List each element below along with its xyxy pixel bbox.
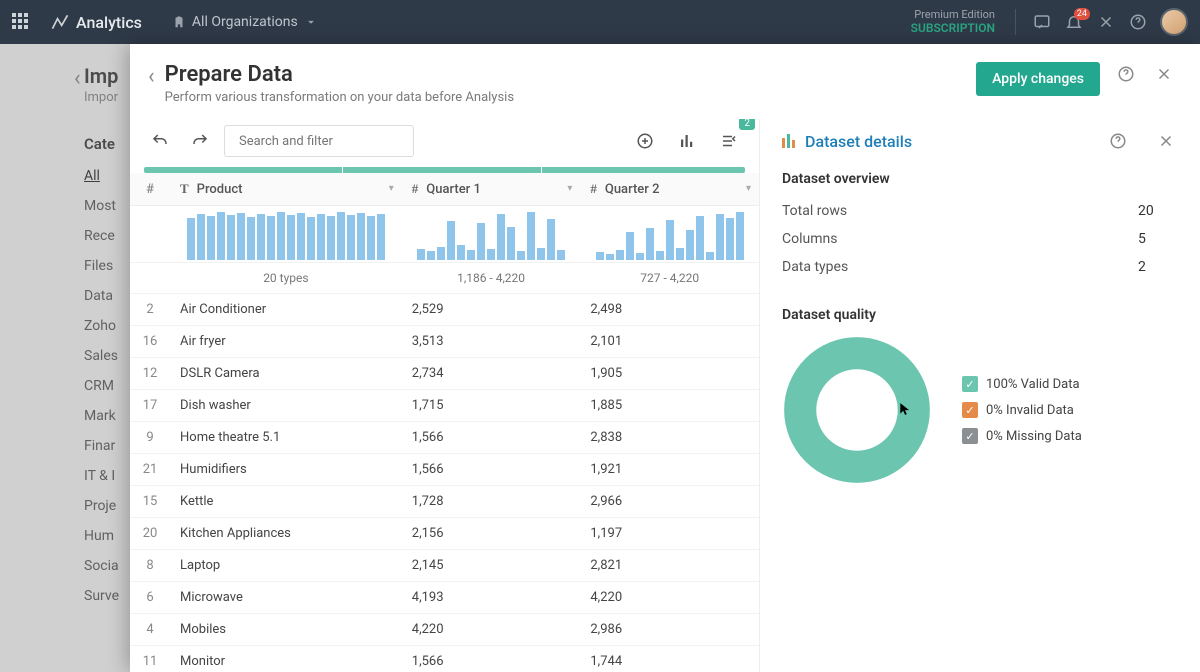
tools-icon[interactable] [1094, 10, 1118, 34]
side-title: Dataset details [805, 132, 912, 151]
table-row[interactable]: 12DSLR Camera2,7341,905 [130, 358, 759, 390]
column-sparkline [590, 210, 749, 260]
legend-item: ✓0% Invalid Data [962, 402, 1082, 418]
notification-count: 24 [1074, 8, 1090, 20]
column-sparkline [412, 210, 571, 260]
help-icon[interactable] [1126, 10, 1150, 34]
add-column-icon[interactable] [629, 125, 661, 157]
brand-name: Analytics [76, 13, 142, 32]
analytics-logo-icon [50, 12, 70, 32]
quality-donut-chart [782, 335, 932, 485]
side-help-icon[interactable] [1106, 129, 1130, 153]
column-sparkline [180, 210, 392, 260]
chat-icon[interactable] [1030, 10, 1054, 34]
org-label: All Organizations [192, 14, 298, 30]
modal-back-icon[interactable]: ‹ [148, 64, 155, 89]
side-close-icon[interactable] [1154, 129, 1178, 153]
column-summary: 1,186 - 4,220 [402, 263, 581, 294]
building-icon [172, 15, 186, 29]
column-header[interactable]: #Quarter 1▾ [402, 173, 581, 206]
chart-view-icon[interactable] [671, 125, 703, 157]
quality-heading: Dataset quality [782, 307, 1178, 323]
column-header[interactable]: #Quarter 2▾ [580, 173, 759, 206]
table-row[interactable]: 21Humidifiers1,5661,921 [130, 454, 759, 486]
prepare-data-modal: ‹ Prepare Data Perform various transform… [130, 44, 1200, 672]
overview-heading: Dataset overview [782, 171, 1178, 187]
dataset-details-panel: Dataset details Dataset overview Total r… [760, 119, 1200, 672]
modal-help-icon[interactable] [1114, 62, 1138, 86]
table-row[interactable]: 8Laptop2,1452,821 [130, 550, 759, 582]
org-selector[interactable]: All Organizations [172, 14, 318, 30]
apply-changes-button[interactable]: Apply changes [976, 62, 1100, 96]
brand-logo[interactable]: Analytics [50, 12, 142, 32]
overview-stat: Data types2 [782, 253, 1178, 281]
premium-line2: SUBSCRIPTION [911, 21, 995, 35]
table-row[interactable]: 20Kitchen Appliances2,1561,197 [130, 518, 759, 550]
premium-line1: Premium Edition [911, 8, 995, 21]
column-header[interactable]: # [130, 173, 170, 206]
table-row[interactable]: 4Mobiles4,2202,986 [130, 614, 759, 646]
overview-stat: Total rows20 [782, 197, 1178, 225]
nav-divider [1015, 9, 1016, 35]
search-input[interactable] [239, 134, 405, 149]
subscription-badge[interactable]: Premium Edition SUBSCRIPTION [911, 8, 995, 36]
column-header[interactable]: TProduct▾ [170, 173, 402, 206]
table-row[interactable]: 17Dish washer1,7151,885 [130, 390, 759, 422]
data-grid-area: 2 #TProduct▾#Quarter 1▾#Quarter 2▾ 20 ty… [130, 119, 760, 672]
modal-title: Prepare Data [165, 62, 514, 87]
table-row[interactable]: 16Air fryer3,5132,101 [130, 326, 759, 358]
column-summary: 20 types [170, 263, 402, 294]
modal-subtitle: Perform various transformation on your d… [165, 90, 514, 105]
quality-legend: ✓100% Valid Data ✓0% Invalid Data ✓0% Miss… [962, 366, 1082, 454]
modal-close-icon[interactable] [1152, 62, 1176, 86]
top-navbar: Analytics All Organizations Premium Edit… [0, 0, 1200, 44]
grid-toolbar: 2 [130, 119, 759, 163]
undo-icon[interactable] [144, 125, 176, 157]
user-avatar[interactable] [1160, 8, 1188, 36]
table-row[interactable]: 9Home theatre 5.11,5662,838 [130, 422, 759, 454]
redo-icon[interactable] [184, 125, 216, 157]
legend-item: ✓0% Missing Data [962, 428, 1082, 444]
steps-count-badge: 2 [739, 119, 755, 130]
search-filter-box[interactable] [224, 125, 414, 157]
notifications-icon[interactable]: 24 [1062, 10, 1086, 34]
modal-header: ‹ Prepare Data Perform various transform… [130, 44, 1200, 119]
overview-stat: Columns5 [782, 225, 1178, 253]
data-grid[interactable]: #TProduct▾#Quarter 1▾#Quarter 2▾ 20 type… [130, 173, 759, 672]
table-row[interactable]: 2Air Conditioner2,5292,498 [130, 294, 759, 326]
apps-grid-icon[interactable] [12, 13, 30, 31]
dataset-details-icon [782, 134, 795, 148]
table-row[interactable]: 15Kettle1,7282,966 [130, 486, 759, 518]
table-row[interactable]: 6Microwave4,1934,220 [130, 582, 759, 614]
legend-item: ✓100% Valid Data [962, 376, 1082, 392]
column-summary: 727 - 4,220 [580, 263, 759, 294]
chevron-down-icon [304, 15, 318, 29]
table-row[interactable]: 11Monitor1,5661,744 [130, 646, 759, 672]
